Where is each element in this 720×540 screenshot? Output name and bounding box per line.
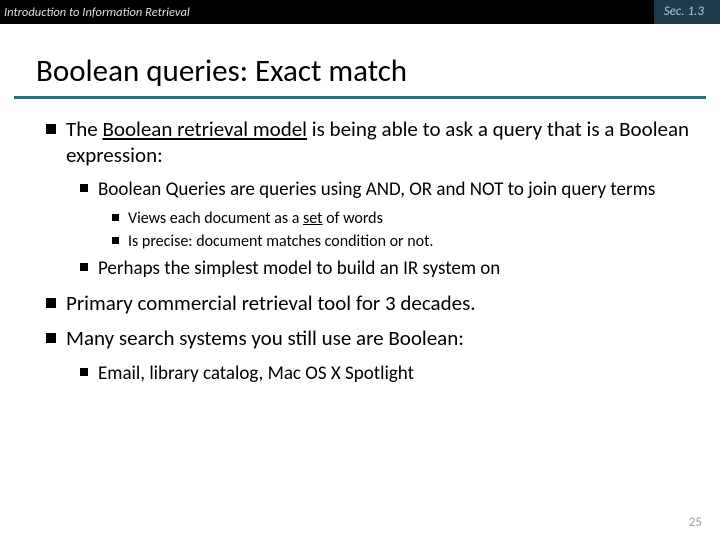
text: Is precise: document matches condition o… <box>128 232 433 251</box>
bullet-level2: Perhaps the simplest model to build an I… <box>30 257 690 280</box>
text: Primary commercial retrieval tool for 3 … <box>66 290 476 316</box>
bullet-level3: Views each document as a set of words <box>30 209 690 229</box>
course-title: Introduction to Information Retrieval <box>4 5 190 20</box>
bullet-level1: Many search systems you still use are Bo… <box>30 326 690 352</box>
text: The <box>66 116 102 142</box>
top-bar: Introduction to Information Retrieval Se… <box>0 0 720 24</box>
bullet-level2: Email, library catalog, Mac OS X Spotlig… <box>30 362 690 385</box>
bullet-level3: Is precise: document matches condition o… <box>30 232 690 252</box>
underlined-term: Boolean retrieval model <box>102 116 307 142</box>
section-label: Sec. 1.3 <box>654 0 720 24</box>
bullet-level1: Primary commercial retrieval tool for 3 … <box>30 291 690 317</box>
slide-body: The Boolean retrieval model is being abl… <box>0 99 720 385</box>
text: Boolean Queries are queries using AND, O… <box>98 178 655 201</box>
text: Views each document as a <box>128 209 303 228</box>
slide-title: Boolean queries: Exact match <box>36 52 720 90</box>
text: Many search systems you still use are Bo… <box>66 325 464 351</box>
text: Perhaps the simplest model to build an I… <box>98 257 500 280</box>
text: of words <box>323 209 383 228</box>
page-number: 25 <box>689 515 702 530</box>
text: Email, library catalog, Mac OS X Spotlig… <box>98 362 414 385</box>
bullet-level1: The Boolean retrieval model is being abl… <box>30 117 690 168</box>
underlined-term: set <box>303 209 323 228</box>
bullet-level2: Boolean Queries are queries using AND, O… <box>30 178 690 201</box>
